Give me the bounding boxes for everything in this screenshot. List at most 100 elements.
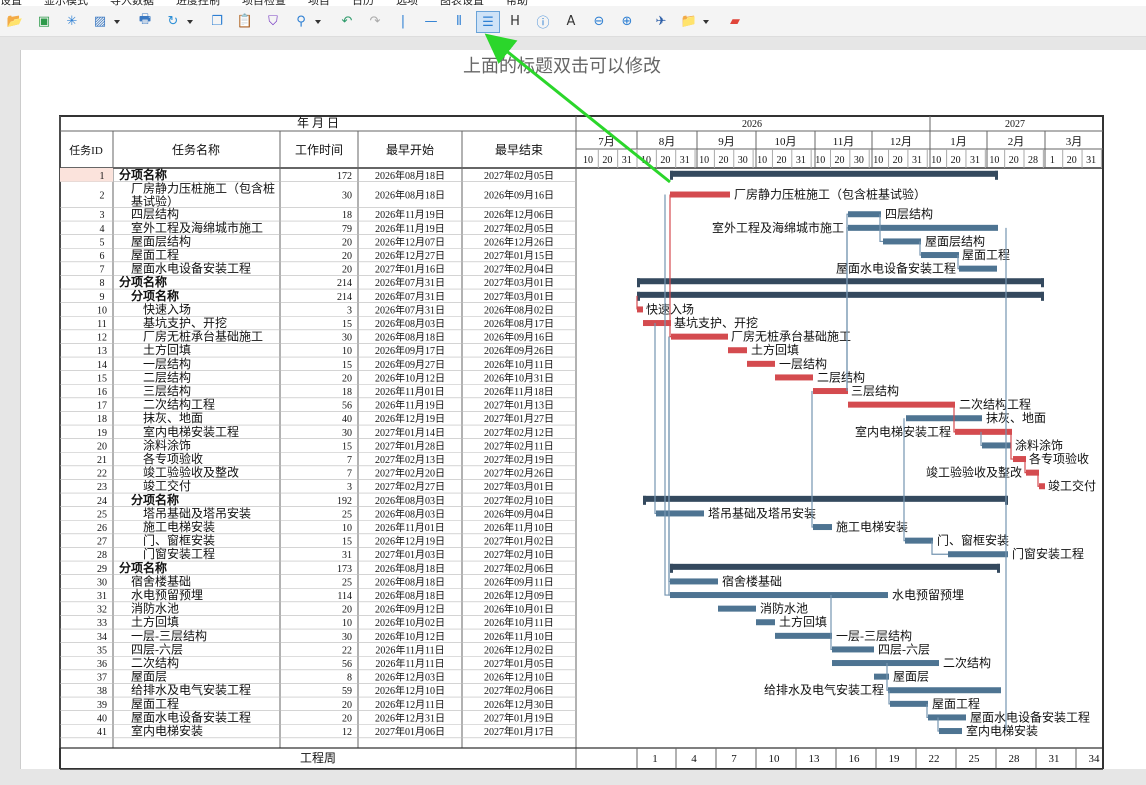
task-name: 厂房静力压桩施工（包含桩 bbox=[131, 181, 275, 196]
critical-task-bar[interactable] bbox=[1039, 483, 1045, 490]
task-duration: 59 bbox=[342, 686, 352, 697]
task-name: 分项名称 bbox=[119, 167, 167, 182]
task-duration: 20 bbox=[342, 373, 352, 384]
task-bar[interactable] bbox=[959, 265, 997, 272]
task-end: 2026年12月06日 bbox=[484, 208, 554, 221]
task-bar[interactable] bbox=[888, 687, 1001, 694]
task-name: 屋面水电设备安装工程 bbox=[131, 261, 251, 276]
summary-cap bbox=[643, 495, 646, 505]
task-duration: 214 bbox=[337, 278, 352, 289]
task-name: 屋面层结构 bbox=[131, 233, 191, 248]
critical-task-bar[interactable] bbox=[955, 428, 1012, 435]
task-bar[interactable] bbox=[775, 632, 832, 639]
task-bar[interactable] bbox=[890, 700, 928, 707]
summary-bar[interactable] bbox=[670, 563, 1000, 570]
task-bar[interactable] bbox=[670, 592, 888, 599]
summary-bar[interactable] bbox=[670, 170, 998, 177]
task-bar[interactable] bbox=[718, 605, 756, 612]
task-start: 2026年09月12日 bbox=[375, 603, 445, 616]
bar-label: 屋面水电设备安装工程 bbox=[836, 261, 956, 276]
task-id: 32 bbox=[97, 605, 107, 616]
month-label: 2月 bbox=[1008, 136, 1025, 148]
task-name: 塔吊基础及塔吊安装 bbox=[143, 505, 251, 520]
task-bar[interactable] bbox=[813, 524, 832, 531]
task-name: 竣工验验收及整改 bbox=[143, 465, 239, 480]
task-bar[interactable] bbox=[921, 252, 959, 259]
task-id: 17 bbox=[97, 401, 107, 412]
bar-label: 竣工交付 bbox=[1048, 478, 1096, 493]
task-name: 二次结构 bbox=[131, 655, 179, 670]
summary-cap bbox=[997, 563, 1000, 573]
task-end: 2026年12月09日 bbox=[484, 589, 554, 602]
task-name: 涂料涂饰 bbox=[143, 437, 191, 452]
task-id: 8 bbox=[100, 278, 105, 289]
task-bar[interactable] bbox=[905, 537, 933, 544]
task-name: 三层结构 bbox=[143, 383, 191, 398]
task-bar[interactable] bbox=[848, 211, 881, 218]
task-id: 6 bbox=[100, 251, 105, 262]
task-bar[interactable] bbox=[832, 646, 874, 653]
critical-task-bar[interactable] bbox=[670, 191, 730, 198]
task-name: 四层结构 bbox=[131, 206, 179, 221]
task-start: 2026年08月18日 bbox=[375, 562, 445, 575]
bar-label: 二次结构 bbox=[943, 655, 991, 670]
task-start: 2026年11月01日 bbox=[375, 385, 445, 398]
critical-task-bar[interactable] bbox=[747, 360, 775, 367]
task-end: 2027年02月05日 bbox=[484, 222, 554, 235]
task-end: 2026年10月01日 bbox=[484, 603, 554, 616]
critical-task-bar[interactable] bbox=[1013, 456, 1026, 463]
task-id: 25 bbox=[97, 509, 107, 520]
task-duration: 25 bbox=[342, 509, 352, 520]
task-bar[interactable] bbox=[948, 551, 1008, 558]
task-start: 2027年02月27日 bbox=[375, 480, 445, 493]
task-duration: 12 bbox=[342, 727, 352, 738]
task-bar[interactable] bbox=[656, 510, 704, 517]
bar-label: 土方回填 bbox=[779, 614, 827, 629]
task-bar[interactable] bbox=[928, 714, 966, 721]
task-name: 分项名称 bbox=[119, 560, 167, 575]
task-id: 4 bbox=[100, 224, 105, 235]
week-label: 22 bbox=[929, 753, 940, 765]
bar-label: 室内电梯安装工程 bbox=[855, 424, 951, 439]
critical-task-bar[interactable] bbox=[671, 333, 728, 340]
task-id: 35 bbox=[97, 645, 107, 656]
task-duration: 25 bbox=[342, 577, 352, 588]
task-bar[interactable] bbox=[883, 238, 921, 245]
task-bar[interactable] bbox=[906, 415, 982, 422]
column-header-name: 任务名称 bbox=[172, 142, 220, 157]
task-start: 2026年10月02日 bbox=[375, 616, 445, 629]
task-name: 厂房无桩承台基础施工 bbox=[143, 329, 263, 344]
critical-task-bar[interactable] bbox=[775, 374, 813, 381]
critical-task-bar[interactable] bbox=[637, 306, 643, 313]
day-label: 20 bbox=[1067, 155, 1077, 166]
task-duration: 15 bbox=[342, 537, 352, 548]
task-bar[interactable] bbox=[848, 224, 998, 231]
task-bar[interactable] bbox=[832, 660, 939, 667]
critical-task-bar[interactable] bbox=[813, 388, 848, 395]
bar-label: 给排水及电气安装工程 bbox=[764, 682, 884, 697]
summary-bar[interactable] bbox=[643, 495, 1008, 502]
critical-task-bar[interactable] bbox=[728, 347, 747, 354]
task-start: 2026年11月19日 bbox=[375, 399, 445, 412]
year-label: 2027 bbox=[1005, 119, 1025, 130]
task-end: 2027年03月01日 bbox=[484, 276, 554, 289]
bar-label: 施工电梯安装 bbox=[836, 519, 908, 534]
task-bar[interactable] bbox=[982, 442, 1011, 449]
task-id: 3 bbox=[100, 210, 105, 221]
week-row-label: 工程周 bbox=[300, 750, 336, 765]
task-duration: 192 bbox=[337, 496, 352, 507]
task-name: 施工电梯安装 bbox=[143, 519, 215, 534]
task-name: 室内电梯安装 bbox=[131, 723, 203, 738]
task-start: 2026年11月11日 bbox=[375, 643, 444, 656]
summary-bar[interactable] bbox=[637, 278, 1044, 285]
day-label: 28 bbox=[1028, 155, 1038, 166]
task-bar[interactable] bbox=[939, 728, 962, 735]
bar-label: 三层结构 bbox=[851, 383, 899, 398]
summary-bar[interactable] bbox=[637, 291, 1044, 298]
critical-task-bar[interactable] bbox=[1026, 469, 1039, 476]
task-duration: 30 bbox=[342, 632, 352, 643]
task-bar[interactable] bbox=[670, 578, 718, 585]
critical-task-bar[interactable] bbox=[643, 320, 671, 327]
critical-task-bar[interactable] bbox=[848, 401, 955, 408]
task-bar[interactable] bbox=[756, 619, 775, 626]
